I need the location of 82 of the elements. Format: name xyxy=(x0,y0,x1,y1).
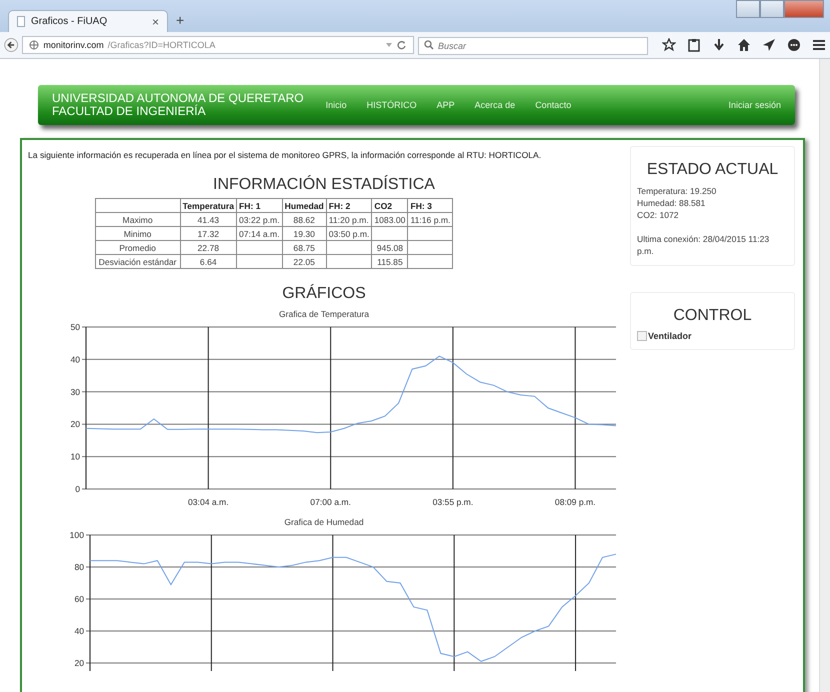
window-controls[interactable] xyxy=(736,0,824,18)
checkbox-label[interactable]: Ventilador xyxy=(648,331,692,341)
column-header: Humedad xyxy=(282,198,326,212)
last-connection: Ultima conexión: 28/04/2015 11:23 p.m. xyxy=(637,233,770,257)
search-icon xyxy=(424,40,434,50)
table-cell: 19.30 xyxy=(282,226,326,240)
y-tick-label: 60 xyxy=(74,594,84,604)
x-tick-label: 08:09 p.m. xyxy=(554,497,596,507)
status-line: Humedad: 88.581 xyxy=(637,197,706,209)
table-cell: 88.62 xyxy=(282,212,326,226)
browser-tab[interactable]: Graficos - FiUAQ × xyxy=(8,10,168,32)
column-header: FH: 3 xyxy=(408,198,453,212)
y-tick-label: 30 xyxy=(70,386,80,397)
download-icon[interactable] xyxy=(712,38,726,52)
table-cell: 68.75 xyxy=(282,240,326,254)
send-icon[interactable] xyxy=(762,38,776,52)
new-tab-button[interactable]: + xyxy=(176,12,184,28)
chart-title: Grafica de Humedad xyxy=(284,517,364,527)
reload-icon[interactable] xyxy=(385,40,407,50)
table-cell: 6.64 xyxy=(180,254,236,268)
y-tick-label: 50 xyxy=(70,322,80,332)
x-tick-label: 07:00 a.m. xyxy=(310,497,351,507)
table-cell: 22.05 xyxy=(282,254,326,268)
table-cell: 115.85 xyxy=(372,254,408,268)
y-tick-label: 20 xyxy=(74,658,84,668)
search-field[interactable]: Buscar xyxy=(418,37,648,55)
y-tick-label: 20 xyxy=(70,419,80,430)
scrollbar[interactable] xyxy=(819,59,830,692)
table-cell: 03:22 p.m. xyxy=(236,212,282,226)
column-header: FH: 2 xyxy=(326,198,372,212)
table-cell: 1083.00 xyxy=(372,212,408,226)
globe-icon xyxy=(29,40,40,50)
tab-title: Graficos - FiUAQ xyxy=(31,16,108,27)
nav-link[interactable]: Acerca de xyxy=(474,100,516,110)
nav-link[interactable]: Inicio xyxy=(326,100,347,110)
x-tick-label: 03:55 p.m. xyxy=(432,497,474,507)
status-line: CO2: 1072 xyxy=(637,209,680,221)
card-title: CONTROL xyxy=(672,307,753,325)
table-cell: 03:50 p.m. xyxy=(326,226,372,240)
star-icon[interactable] xyxy=(662,38,676,52)
chart-title: Grafica de Temperatura xyxy=(278,309,370,319)
table-cell: 11:16 p.m. xyxy=(408,212,453,226)
y-tick-label: 10 xyxy=(70,452,80,462)
page-icon xyxy=(17,16,25,27)
table-cell: 11:20 p.m. xyxy=(326,212,372,226)
y-tick-label: 40 xyxy=(70,354,80,364)
home-icon[interactable] xyxy=(737,38,751,52)
table-cell: 41.43 xyxy=(180,212,236,226)
column-header: CO2 xyxy=(372,198,408,212)
column-header: FH: 1 xyxy=(236,198,282,212)
section-title: INFORMACIÓN ESTADÍSTICA xyxy=(213,176,435,194)
login-link[interactable]: Iniciar sesión xyxy=(728,100,781,110)
row-label: Promedio xyxy=(95,240,180,254)
column-header: Temperatura xyxy=(180,198,236,212)
nav-link[interactable]: Contacto xyxy=(535,100,572,110)
card-title: ESTADO ACTUAL xyxy=(646,161,780,179)
chat-icon[interactable] xyxy=(787,38,801,52)
row-label: Desviación estándar xyxy=(95,254,180,268)
table-cell: 07:14 a.m. xyxy=(236,226,282,240)
y-tick-label: 40 xyxy=(74,626,84,636)
y-tick-label: 0 xyxy=(75,484,80,494)
y-tick-label: 80 xyxy=(74,562,84,572)
close-tab-button[interactable]: × xyxy=(152,14,159,28)
table-cell: 945.08 xyxy=(372,240,408,254)
nav-link[interactable]: APP xyxy=(436,100,455,110)
brand-title[interactable]: FACULTAD DE INGENIERÍA xyxy=(52,105,304,118)
checkbox[interactable] xyxy=(637,331,647,341)
table-cell: 17.32 xyxy=(180,226,236,240)
brand-title[interactable]: UNIVERSIDAD AUTONOMA DE QUERETARO xyxy=(52,92,304,105)
back-icon[interactable] xyxy=(4,35,18,55)
section-title: GRÁFICOS xyxy=(282,285,366,303)
row-label: Minimo xyxy=(95,226,180,240)
x-tick-label: 03:04 a.m. xyxy=(188,497,229,507)
y-tick-label: 100 xyxy=(70,530,84,540)
table-cell: 22.78 xyxy=(180,240,236,254)
nav-link[interactable]: HISTÓRICO xyxy=(366,100,417,110)
row-label: Maximo xyxy=(95,212,180,226)
status-line: Temperatura: 19.250 xyxy=(637,185,718,197)
address-field[interactable]: monitorinv.com /Graficas?ID=HORTICOLA xyxy=(22,36,414,54)
intro-text: La siguiente información es recuperada en línea por el sistema de monitoreo GPRS, la información corresponde al RTU: HORTICOLA. xyxy=(28,150,542,160)
clipboard-icon[interactable] xyxy=(687,38,701,52)
menu-icon[interactable] xyxy=(812,38,826,52)
